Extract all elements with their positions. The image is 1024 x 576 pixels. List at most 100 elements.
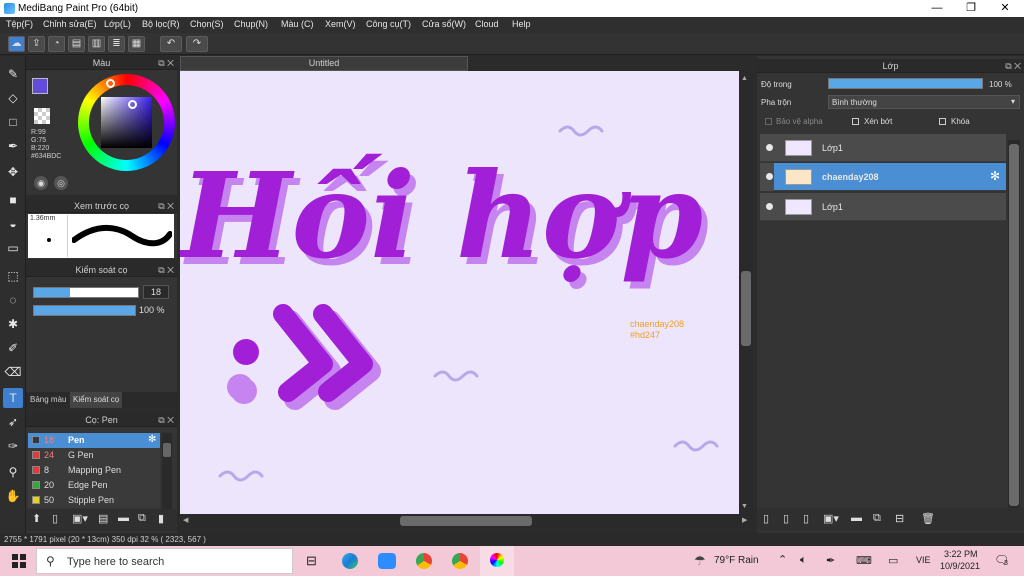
list-item[interactable]: 8 Mapping Pen [28, 463, 160, 478]
weather-text[interactable]: 79°F Rain [714, 555, 759, 566]
menu-file[interactable]: Tệp(F) [6, 19, 33, 29]
task-view-icon[interactable]: ⊟ [306, 553, 317, 569]
layer-row-selected[interactable]: chaenday208 ✻ [774, 163, 1006, 191]
chrome-icon[interactable] [416, 553, 432, 569]
maximize-button[interactable]: ❐ [954, 0, 988, 17]
layer-opacity-slider[interactable] [828, 78, 983, 89]
palette-icon[interactable]: ◉ [34, 176, 48, 190]
close-button[interactable]: ✕ [988, 0, 1022, 17]
gear-icon[interactable]: ✻ [990, 169, 1000, 183]
list-item[interactable]: 18 Pen ✻ [28, 433, 160, 448]
color-handle[interactable] [128, 100, 137, 109]
menu-window[interactable]: Cửa sổ(W) [422, 19, 466, 29]
select-pen-icon[interactable]: ✐ [3, 338, 23, 358]
medibang-taskbar-button[interactable] [480, 546, 514, 576]
chrome-icon[interactable] [452, 553, 468, 569]
brush-size-slider[interactable] [33, 287, 139, 298]
brush-opacity-slider[interactable] [33, 305, 136, 316]
menu-color[interactable]: Màu (C) [281, 19, 314, 29]
brush-menu-icon[interactable]: ▣▾ [72, 512, 88, 525]
zoom-app-icon[interactable] [378, 553, 396, 569]
color-wheel[interactable] [78, 74, 175, 171]
menu-layer[interactable]: Lớp(L) [104, 19, 131, 29]
panel-controls-icon[interactable]: ⧉ ✕ [158, 263, 174, 277]
new-8bit-layer-icon[interactable]: ▯ [803, 512, 809, 525]
edge-browser-icon[interactable] [342, 553, 358, 569]
list-item[interactable]: 24 G Pen [28, 448, 160, 463]
primary-color-swatch[interactable] [32, 78, 48, 94]
visibility-icon[interactable] [766, 173, 773, 180]
drawing-canvas[interactable]: Hối hợp wó Hối hợp wó chaenday208 #hd247 [180, 71, 739, 514]
clock-date[interactable]: 10/9/2021 [940, 561, 980, 571]
trash-icon[interactable]: 🗑 [921, 512, 935, 525]
add-layer-menu-icon[interactable]: ▣▾ [823, 512, 839, 525]
blend-mode-select[interactable]: Bình thường ▾ [828, 95, 1020, 109]
menu-view[interactable]: Xem(V) [325, 19, 356, 29]
list-icon[interactable]: ≣ [108, 36, 125, 52]
bucket-tool-icon[interactable]: ◒ [3, 214, 23, 234]
menu-cloud[interactable]: Cloud [475, 19, 499, 29]
list-item[interactable]: 20 Edge Pen [28, 478, 160, 493]
lock-checkbox[interactable] [939, 118, 946, 125]
folder-icon[interactable]: ▬ [851, 512, 862, 524]
canvas-vertical-scrollbar[interactable]: ▲ ▼ [739, 71, 753, 514]
select-eraser-icon[interactable]: ⌫ [3, 362, 23, 382]
menu-select[interactable]: Chọn(S) [190, 19, 224, 29]
minimize-button[interactable]: — [920, 0, 954, 17]
upload-icon[interactable]: ⇪ [28, 36, 45, 52]
volume-icon[interactable]: 🔈︎ [800, 554, 807, 567]
taskbar-search-box[interactable]: ⚲ Type here to search [36, 548, 293, 574]
layer-row[interactable]: Lớp1 [760, 193, 1006, 221]
new-layer-icon[interactable]: ▯ [763, 512, 769, 525]
cloud-icon[interactable]: ☁ [8, 36, 25, 52]
chevron-up-icon[interactable]: ⌃ [778, 553, 787, 566]
menu-filter[interactable]: Bộ lọc(R) [142, 19, 180, 29]
fill-rect-tool-icon[interactable]: ■ [3, 190, 23, 210]
grid-icon[interactable]: ▦ [128, 36, 145, 52]
brush-settings-icon[interactable]: ▤ [98, 512, 108, 525]
hand-tool-icon[interactable]: ✋ [3, 486, 23, 506]
gear-icon[interactable]: ✻ [148, 434, 156, 445]
visibility-icon[interactable] [766, 203, 773, 210]
rectangle-tool-icon[interactable]: □ [3, 112, 23, 132]
menu-help[interactable]: Help [512, 19, 531, 29]
lasso-tool-icon[interactable]: ◌ [3, 290, 23, 310]
display-icon[interactable]: ▭ [888, 554, 898, 567]
add-brush-icon[interactable]: ⬆ [32, 512, 41, 525]
menu-capture[interactable]: Chụp(N) [234, 19, 268, 29]
panel-controls-icon[interactable]: ⧉ ✕ [158, 413, 174, 427]
brush-list-scrollbar[interactable] [162, 433, 172, 509]
brush-size-value[interactable]: 18 [143, 285, 169, 299]
list-item[interactable]: 50 Stipple Pen [28, 493, 160, 508]
canvas-horizontal-scrollbar[interactable]: ◀ ▶ [180, 514, 755, 528]
panel-controls-icon[interactable]: ⧉ ✕ [158, 199, 174, 213]
pen-tool-icon[interactable]: ✒ [3, 136, 23, 156]
visibility-icon[interactable] [766, 144, 773, 151]
new-brush-icon[interactable]: ▯ [52, 512, 58, 525]
scroll-icon[interactable]: ▮ [158, 512, 164, 525]
tab-color-bar[interactable]: Bảng màu [30, 395, 66, 404]
duplicate-layer-icon[interactable]: ⧉ [873, 512, 881, 525]
text-tool-icon[interactable]: T [3, 388, 23, 408]
redo-icon[interactable]: ↷ [186, 36, 208, 52]
gradient-tool-icon[interactable]: ▭ [3, 238, 23, 258]
menu-tools[interactable]: Công cụ(T) [366, 19, 411, 29]
folder-icon[interactable]: ▬ [118, 512, 129, 524]
keyboard-icon[interactable]: ⌨ [856, 554, 872, 567]
eraser-tool-icon[interactable]: ◇ [3, 88, 23, 108]
select-tool-icon[interactable]: ⬚ [3, 266, 23, 286]
clock-time[interactable]: 3:22 PM [944, 549, 978, 559]
tab-brush-control[interactable]: Kiểm soát cọ [70, 392, 123, 408]
merge-layer-icon[interactable]: ⊟ [895, 512, 904, 525]
document-tab[interactable]: Untitled [180, 56, 468, 71]
message-icon[interactable]: ▤ [68, 36, 85, 52]
eyedropper-icon[interactable]: ⚲ [3, 462, 23, 482]
dropper-tool-icon[interactable]: ✑ [3, 436, 23, 456]
panel-controls-icon[interactable]: ⧉ ✕ [158, 56, 174, 70]
pen-icon[interactable]: ✒ [826, 554, 835, 567]
hue-handle[interactable] [106, 79, 115, 88]
layer-row[interactable]: Lớp1 [760, 134, 1006, 162]
windows-start-icon[interactable] [12, 554, 26, 568]
brush-tool-icon[interactable]: ✎ [3, 64, 23, 84]
transparent-swatch[interactable] [34, 108, 50, 124]
